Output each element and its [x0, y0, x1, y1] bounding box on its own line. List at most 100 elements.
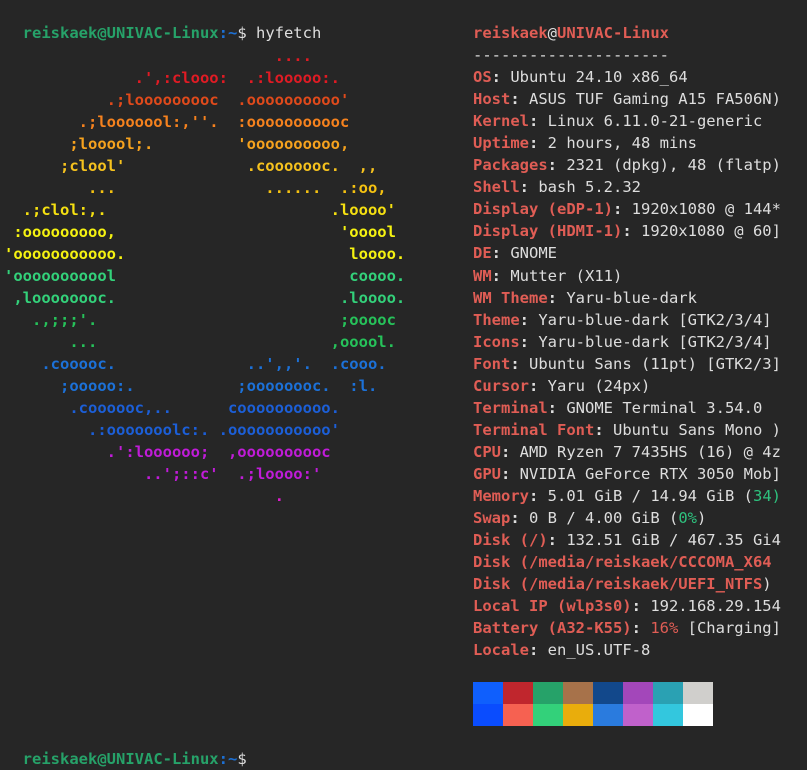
info-value: Mutter (X11) [510, 266, 623, 285]
ascii-logo-line: .;clol:,. .loooo' [4, 201, 396, 219]
ascii-logo-line: ;looool;. 'oooooooooo, [4, 135, 350, 153]
ascii-logo-line: ... ...... .:oo, [4, 179, 387, 197]
prompt-user-host: reiskaek@UNIVAC-Linux [22, 24, 219, 42]
info-value: 2 hours, 48 mins [547, 134, 697, 153]
info-value: NVIDIA GeForce RTX 3050 Mob] [519, 464, 781, 483]
info-row-packages: Packages: 2321 (dpkg), 48 (flatp) [473, 156, 781, 175]
system-info-panel: reiskaek@UNIVAC-Linux ------------------… [473, 22, 807, 661]
info-key: Display (eDP-1) [473, 200, 613, 219]
ascii-logo-line: ;clool' .cooooooc. ,, [4, 157, 378, 175]
ascii-logo-line: 'ooooooooooo. loooo. [4, 245, 406, 263]
info-value: Ubuntu Sans Mono ) [613, 420, 781, 439]
ascii-logo-line: .;looooooooc .oooooooooo' [4, 91, 350, 109]
palette-swatch [563, 682, 593, 704]
info-key: Display (HDMI-1) [473, 222, 623, 241]
info-value: Yaru-blue-dark [GTK2/3/4] [538, 332, 772, 351]
prompt-command: hyfetch [255, 24, 322, 42]
info-key: Packages [473, 156, 548, 175]
prompt-dollar: $ [237, 750, 256, 768]
info-value: 2321 (dpkg), 48 (flatp) [566, 156, 781, 175]
ascii-logo-line: .',:clooo: .:looooo:. [4, 69, 340, 87]
info-row-icons: Icons: Yaru-blue-dark [GTK2/3/4] [473, 332, 772, 351]
palette-swatch [533, 704, 563, 726]
info-key: OS [473, 68, 492, 87]
palette-swatch [473, 682, 503, 704]
info-value: GNOME Terminal 3.54.0 [566, 398, 763, 417]
info-key: Host [473, 90, 511, 109]
info-value: 1920x1080 @ 144* [631, 200, 781, 219]
info-value: 1920x1080 @ 60] [640, 222, 781, 241]
ascii-logo-line: ... ,ooool. [4, 333, 396, 351]
info-value: Linux 6.11.0-21-generic [547, 112, 763, 131]
info-key: Terminal [473, 398, 548, 417]
info-key: Kernel [473, 112, 529, 131]
info-row-cursor: Cursor: Yaru (24px) [473, 376, 651, 395]
info-key: Uptime [473, 134, 529, 153]
info-disk-cccoma: Disk (/media/reiskaek/CCCOMA_X64 [473, 553, 772, 572]
info-row-kernel: Kernel: Linux 6.11.0-21-generic [473, 112, 763, 131]
palette-swatch [683, 682, 713, 704]
info-value: AMD Ryzen 7 7435HS (16) @ 4z [519, 442, 781, 461]
palette-swatch [683, 704, 713, 726]
info-row-uptime: Uptime: 2 hours, 48 mins [473, 134, 697, 153]
palette-swatch [533, 682, 563, 704]
info-row-display-hdmi-1: Display (HDMI-1): 1920x1080 @ 60] [473, 222, 781, 241]
info-row-wm-theme: WM Theme: Yaru-blue-dark [473, 288, 697, 307]
prompt-path: :~ [218, 750, 238, 768]
info-key: Icons [473, 332, 520, 351]
ascii-logo-line: .;looooool:,''. :ooooooooooc [4, 113, 350, 131]
ascii-logo-line: ,loooooooc. .loooo. [4, 289, 406, 307]
info-key: GPU [473, 464, 501, 483]
info-value: Ubuntu 24.10 x86_64 [510, 68, 688, 87]
info-locale: Locale: en_US.UTF-8 [473, 641, 651, 660]
info-value: Yaru (24px) [547, 376, 651, 395]
info-key: Terminal Font [473, 420, 595, 439]
ascii-logo-line: :ooooooooo, 'ooool [4, 223, 396, 241]
palette-swatch [503, 682, 533, 704]
ascii-logo-line: .coooooc,.. coooooooooo. [4, 399, 340, 417]
palette-swatch [653, 682, 683, 704]
info-key: WM [473, 266, 492, 285]
ascii-logo-line: .':loooooo; ,oooooooooc [4, 443, 331, 461]
info-key: WM Theme [473, 288, 548, 307]
palette-swatch [623, 704, 653, 726]
prompt-path: :~ [218, 24, 238, 42]
info-row-shell: Shell: bash 5.2.32 [473, 178, 641, 197]
info-battery: Battery (A32-K55): 16% [Charging] [473, 619, 781, 638]
ascii-logo: .... .',:clooo: .:looooo:. .;looooooooc … [4, 45, 405, 507]
info-key: Cursor [473, 376, 529, 395]
palette-swatch [563, 704, 593, 726]
info-value: Yaru-blue-dark [566, 288, 697, 307]
palette-row-normal [473, 682, 713, 704]
info-key: DE [473, 244, 492, 263]
palette-swatch [623, 682, 653, 704]
palette-swatch [593, 682, 623, 704]
info-disk-root: Disk (/): 132.51 GiB / 467.35 Gi4 [473, 531, 781, 550]
ascii-logo-line: .... [4, 47, 312, 65]
info-key: Shell [473, 178, 520, 197]
prompt-user-host: reiskaek@UNIVAC-Linux [22, 750, 219, 768]
ascii-logo-line: .:ooooooolc:. .ooooooooooo' [4, 421, 340, 439]
info-row-os: OS: Ubuntu 24.10 x86_64 [473, 68, 688, 87]
info-key: CPU [473, 442, 501, 461]
palette-swatch [593, 704, 623, 726]
palette-swatch [473, 704, 503, 726]
info-value: GNOME [510, 244, 558, 263]
info-row-terminal-font: Terminal Font: Ubuntu Sans Mono ) [473, 420, 781, 439]
info-memory: Memory: 5.01 GiB / 14.94 GiB (34) [473, 486, 781, 505]
prompt-line-bottom[interactable]: reiskaek@UNIVAC-Linux:~$ [4, 726, 256, 768]
info-value: Ubuntu Sans (11pt) [GTK2/3] [529, 354, 781, 373]
info-row-de: DE: GNOME [473, 244, 558, 263]
info-local-ip: Local IP (wlp3s0): 192.168.29.154 [473, 597, 781, 616]
ascii-logo-line: .,;;;'. ;ooooc [4, 311, 396, 329]
info-row-display-edp-1: Display (eDP-1): 1920x1080 @ 144* [473, 200, 781, 219]
info-key: Font [473, 354, 511, 373]
ascii-logo-line: ;ooooo:. ;oooooooc. :l. [4, 377, 378, 395]
info-row-font: Font: Ubuntu Sans (11pt) [GTK2/3] [473, 354, 781, 373]
ascii-logo-line: 'ooooooooool coooo. [4, 267, 406, 285]
info-value: bash 5.2.32 [538, 178, 641, 197]
info-row-terminal: Terminal: GNOME Terminal 3.54.0 [473, 398, 763, 417]
prompt-line-top: reiskaek@UNIVAC-Linux:~$ hyfetch [4, 0, 322, 42]
ascii-logo-line: . [4, 487, 284, 505]
info-value: ASUS TUF Gaming A15 FA506N) [529, 90, 781, 109]
